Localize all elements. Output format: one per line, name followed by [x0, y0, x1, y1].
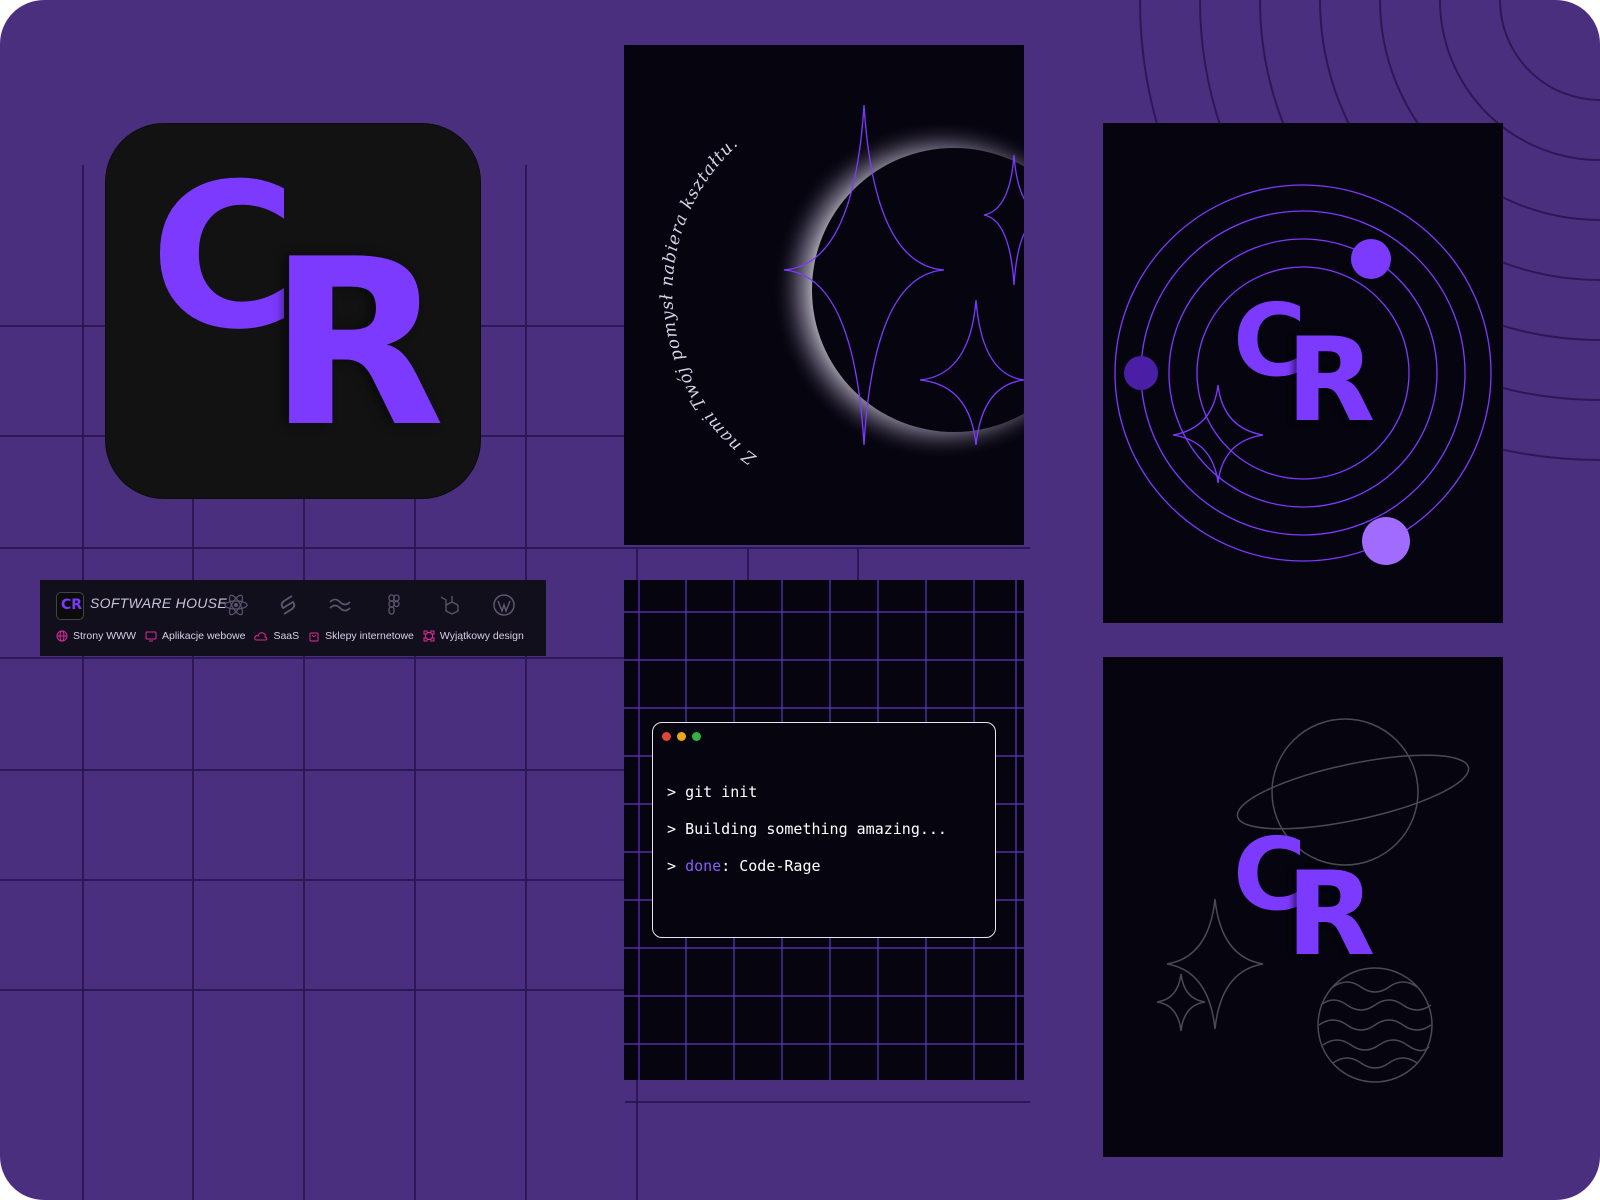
brand-board: C R CR SOFTWARE HOUSE Strony WWW Aplikac…	[0, 0, 1600, 1200]
terminal-line: > done: Code-Rage	[667, 857, 821, 875]
service-item: Sklepy internetowe	[308, 630, 414, 642]
banner-brand-name: SOFTWARE HOUSE	[90, 595, 227, 611]
terminal-window: > git init > Building something amazing.…	[652, 722, 996, 938]
close-dot-icon[interactable]	[662, 732, 671, 741]
wordpress-icon	[493, 594, 515, 616]
service-item: Strony WWW	[56, 630, 136, 642]
eclipse-artwork: Z nami Twój pomysł nabiera kształtu.	[657, 104, 1024, 469]
terminal-line: > Building something amazing...	[667, 820, 947, 838]
terminal-line: > git init	[667, 783, 758, 801]
service-label: Wyjątkowy design	[439, 630, 524, 642]
shopping-bag-icon	[309, 632, 319, 642]
banner-logo-icon: CR	[56, 592, 84, 620]
service-item: SaaS	[254, 630, 299, 642]
eclipse-poster: Z nami Twój pomysł nabiera kształtu.	[624, 45, 1024, 545]
logo-letter-r: R	[1286, 847, 1376, 982]
services-list: Strony WWW Aplikacje webowe SaaS Sklepy …	[56, 630, 533, 642]
app-icon-logo: C R	[106, 124, 480, 498]
laravel-icon	[440, 596, 459, 615]
tailwind-icon	[329, 598, 351, 612]
service-label: Sklepy internetowe	[325, 630, 414, 642]
service-label: Aplikacje webowe	[162, 630, 246, 642]
service-label: SaaS	[273, 630, 300, 642]
software-house-banner: CR SOFTWARE HOUSE Strony WWW Aplikacje w…	[40, 580, 546, 656]
minimize-dot-icon[interactable]	[677, 732, 686, 741]
monitor-icon	[145, 631, 157, 642]
logo-letter-r: R	[268, 211, 446, 478]
logo-letter-r: R	[1286, 313, 1376, 448]
eclipse-tagline: Z nami Twój pomysł nabiera kształtu.	[657, 133, 760, 469]
globe-icon	[56, 630, 68, 642]
service-item: Aplikacje webowe	[145, 630, 245, 642]
service-label: Strony WWW	[73, 630, 136, 642]
saturn-poster: C R	[1103, 657, 1503, 1157]
banner-logo-text: CR	[61, 597, 83, 613]
vector-design-icon	[423, 630, 435, 642]
planet-dot	[1362, 517, 1410, 565]
service-item: Wyjątkowy design	[423, 630, 524, 642]
planet-dot	[1124, 356, 1158, 390]
svelte-icon	[280, 595, 296, 615]
figma-icon	[388, 594, 400, 615]
react-icon	[224, 594, 248, 616]
sparkle-small-icon	[1156, 973, 1206, 1032]
planet-dot	[1351, 239, 1391, 279]
orbit-poster: C R	[1103, 123, 1503, 623]
maximize-dot-icon[interactable]	[692, 732, 701, 741]
terminal-keyword: done	[685, 857, 722, 875]
cloud-icon	[254, 632, 268, 641]
sparkle-icon	[1172, 384, 1264, 484]
